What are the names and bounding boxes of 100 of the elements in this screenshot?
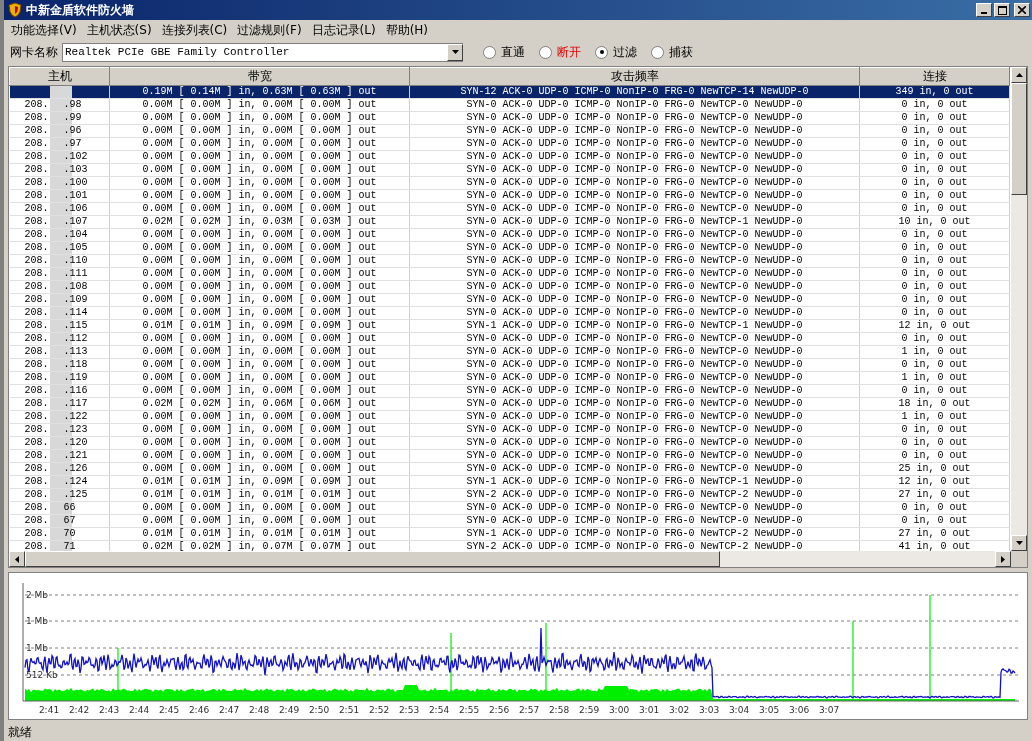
table-row[interactable]: 208. .97 0.00M [ 0.00M ] in, 0.00M [ 0.00M ] out SYN-0 ACK-0 UDP-0 ICMP-0 NonIP-0 FRG-0 NewTCP-0 NewUDP-0 0 in, 0 out bbox=[9, 137, 1010, 151]
table-cell: 0.00M [ 0.00M ] in, 0.00M [ 0.00M ] out bbox=[142, 151, 377, 162]
table-row[interactable]: 208. .98 0.00M [ 0.00M ] in, 0.00M [ 0.00M ] out SYN-0 ACK-0 UDP-0 ICMP-0 NonIP-0 FRG-0 NewTCP-0 NewUDP-0 0 in, 0 out bbox=[9, 98, 1010, 112]
adapter-dropdown[interactable]: Realtek PCIe GBE Family Controller bbox=[62, 42, 463, 62]
table-row[interactable]: 208. .108 0.00M [ 0.00M ] in, 0.00M [ 0.00M ] out SYN-0 ACK-0 UDP-0 ICMP-0 NonIP-0 FRG-0 NewTCP-0 NewUDP-0 0 in, 0 out bbox=[9, 280, 1010, 294]
menu-item[interactable]: 过滤规则(F) bbox=[234, 21, 305, 39]
table-row[interactable]: 208. .121 0.00M [ 0.00M ] in, 0.00M [ 0.00M ] out SYN-0 ACK-0 UDP-0 ICMP-0 NonIP-0 FRG-0 NewTCP-0 NewUDP-0 0 in, 0 out bbox=[9, 449, 1010, 463]
table-row[interactable]: 208. .101 0.00M [ 0.00M ] in, 0.00M [ 0.00M ] out SYN-0 ACK-0 UDP-0 ICMP-0 NonIP-0 FRG-0 NewTCP-0 NewUDP-0 0 in, 0 out bbox=[9, 189, 1010, 203]
table-row[interactable]: 208. .123 0.00M [ 0.00M ] in, 0.00M [ 0.00M ] out SYN-0 ACK-0 UDP-0 ICMP-0 NonIP-0 FRG-0 NewTCP-0 NewUDP-0 0 in, 0 out bbox=[9, 423, 1010, 437]
right-arrow-icon[interactable] bbox=[1001, 555, 1005, 563]
table-row[interactable]: 208. .102 0.00M [ 0.00M ] in, 0.00M [ 0.00M ] out SYN-0 ACK-0 UDP-0 ICMP-0 NonIP-0 FRG-0 NewTCP-0 NewUDP-0 0 in, 0 out bbox=[9, 150, 1010, 164]
table-row[interactable]: 208. .116 0.00M [ 0.00M ] in, 0.00M [ 0.00M ] out SYN-0 ACK-0 UDP-0 ICMP-0 NonIP-0 FRG-0 NewTCP-0 NewUDP-0 0 in, 0 out bbox=[9, 384, 1010, 398]
table-row[interactable]: 208. .120 0.00M [ 0.00M ] in, 0.00M [ 0.00M ] out SYN-0 ACK-0 UDP-0 ICMP-0 NonIP-0 FRG-0 NewTCP-0 NewUDP-0 0 in, 0 out bbox=[9, 436, 1010, 450]
table-cell: 1 in, 0 out bbox=[901, 372, 968, 383]
column-header[interactable]: 攻击频率 bbox=[409, 67, 860, 86]
table-row[interactable]: 208. .111 0.00M [ 0.00M ] in, 0.00M [ 0.00M ] out SYN-0 ACK-0 UDP-0 ICMP-0 NonIP-0 FRG-0 NewTCP-0 NewUDP-0 0 in, 0 out bbox=[9, 267, 1010, 281]
table-row[interactable]: 208. 66 0.00M [ 0.00M ] in, 0.00M [ 0.00M ] out SYN-0 ACK-0 UDP-0 ICMP-0 NonIP-0 FRG-0 NewTCP-0 NewUDP-0 0 in, 0 out bbox=[9, 501, 1010, 515]
table-row[interactable]: 208. .112 0.00M [ 0.00M ] in, 0.00M [ 0.00M ] out SYN-0 ACK-0 UDP-0 ICMP-0 NonIP-0 FRG-0 NewTCP-0 NewUDP-0 0 in, 0 out bbox=[9, 332, 1010, 346]
table-row[interactable]: 208. .103 0.00M [ 0.00M ] in, 0.00M [ 0.00M ] out SYN-0 ACK-0 UDP-0 ICMP-0 NonIP-0 FRG-0 NewTCP-0 NewUDP-0 0 in, 0 out bbox=[9, 163, 1010, 177]
table-cell: SYN-12 ACK-0 UDP-0 ICMP-0 NonIP-0 FRG-0 NewTCP-14 NewUDP-0 bbox=[460, 86, 809, 97]
up-arrow-icon[interactable] bbox=[1015, 73, 1023, 77]
table-cell: SYN-0 ACK-0 UDP-0 ICMP-0 NonIP-0 FRG-0 NewTCP-0 NewUDP-0 bbox=[466, 125, 803, 136]
table-row[interactable]: 208. .96 0.00M [ 0.00M ] in, 0.00M [ 0.00M ] out SYN-0 ACK-0 UDP-0 ICMP-0 NonIP-0 FRG-0 NewTCP-0 NewUDP-0 0 in, 0 out bbox=[9, 124, 1010, 138]
horizontal-scrollbar[interactable] bbox=[9, 551, 1027, 567]
table-row[interactable]: 208. .117 0.02M [ 0.02M ] in, 0.06M [ 0.06M ] out SYN-0 ACK-0 UDP-0 ICMP-0 NonIP-0 FRG-0 NewTCP-0 NewUDP-0 18 in, 0 out bbox=[9, 397, 1010, 411]
radio-label: 断开 bbox=[557, 43, 581, 61]
table-cell: 208. bbox=[24, 528, 49, 540]
table-row[interactable]: 208. .119 0.00M [ 0.00M ] in, 0.00M [ 0.00M ] out SYN-0 ACK-0 UDP-0 ICMP-0 NonIP-0 FRG-0 NewTCP-0 NewUDP-0 1 in, 0 out bbox=[9, 371, 1010, 385]
table-cell: 349 in, 0 out bbox=[895, 86, 974, 97]
table-cell: 208. bbox=[24, 281, 49, 293]
menu-item[interactable]: 日志记录(L) bbox=[308, 21, 379, 39]
table-cell: SYN-0 ACK-0 UDP-0 ICMP-0 NonIP-0 FRG-0 NewTCP-0 NewUDP-0 bbox=[466, 229, 803, 240]
table-cell: SYN-0 ACK-0 UDP-0 ICMP-0 NonIP-0 FRG-0 NewTCP-0 NewUDP-0 bbox=[466, 138, 803, 149]
table-row[interactable]: 208. .104 0.00M [ 0.00M ] in, 0.00M [ 0.00M ] out SYN-0 ACK-0 UDP-0 ICMP-0 NonIP-0 FRG-0 NewTCP-0 NewUDP-0 0 in, 0 out bbox=[9, 228, 1010, 242]
table-cell: 0.00M [ 0.00M ] in, 0.00M [ 0.00M ] out bbox=[142, 255, 377, 266]
table-cell: 66 bbox=[63, 502, 76, 514]
table-row[interactable]: 208. .99 0.00M [ 0.00M ] in, 0.00M [ 0.00M ] out SYN-0 ACK-0 UDP-0 ICMP-0 NonIP-0 FRG-0 NewTCP-0 NewUDP-0 0 in, 0 out bbox=[9, 111, 1010, 125]
table-row[interactable]: 208. .118 0.00M [ 0.00M ] in, 0.00M [ 0.00M ] out SYN-0 ACK-0 UDP-0 ICMP-0 NonIP-0 FRG-0 NewTCP-0 NewUDP-0 0 in, 0 out bbox=[9, 358, 1010, 372]
table-row[interactable]: 208. .114 0.00M [ 0.00M ] in, 0.00M [ 0.00M ] out SYN-0 ACK-0 UDP-0 ICMP-0 NonIP-0 FRG-0 NewTCP-0 NewUDP-0 0 in, 0 out bbox=[9, 306, 1010, 320]
down-arrow-icon[interactable] bbox=[1015, 541, 1023, 545]
table-row[interactable]: 208. .115 0.01M [ 0.01M ] in, 0.09M [ 0.09M ] out SYN-1 ACK-0 UDP-0 ICMP-0 NonIP-0 FRG-0 NewTCP-1 NewUDP-0 12 in, 0 out bbox=[9, 319, 1010, 333]
table-cell: SYN-0 ACK-0 UDP-0 ICMP-0 NonIP-0 FRG-0 NewTCP-0 NewUDP-0 bbox=[466, 346, 803, 357]
table-cell: .126 bbox=[63, 463, 88, 475]
table-row[interactable]: 208. .126 0.00M [ 0.00M ] in, 0.00M [ 0.00M ] out SYN-0 ACK-0 UDP-0 ICMP-0 NonIP-0 FRG-0 NewTCP-0 NewUDP-0 25 in, 0 out bbox=[9, 462, 1010, 476]
table-cell: SYN-0 ACK-0 UDP-0 ICMP-0 NonIP-0 FRG-0 NewTCP-0 NewUDP-0 bbox=[466, 398, 803, 409]
radio-button[interactable] bbox=[483, 45, 496, 59]
scrollbar-thumb[interactable] bbox=[25, 551, 720, 567]
table-row[interactable]: 208. .125 0.01M [ 0.01M ] in, 0.01M [ 0.01M ] out SYN-2 ACK-0 UDP-0 ICMP-0 NonIP-0 FRG-0 NewTCP-2 NewUDP-0 27 in, 0 out bbox=[9, 488, 1010, 502]
table-row[interactable]: 208. .105 0.00M [ 0.00M ] in, 0.00M [ 0.00M ] out SYN-0 ACK-0 UDP-0 ICMP-0 NonIP-0 FRG-0 NewTCP-0 NewUDP-0 0 in, 0 out bbox=[9, 241, 1010, 255]
table-row[interactable]: 208. 67 0.00M [ 0.00M ] in, 0.00M [ 0.00M ] out SYN-0 ACK-0 UDP-0 ICMP-0 NonIP-0 FRG-0 NewTCP-0 NewUDP-0 0 in, 0 out bbox=[9, 514, 1010, 528]
table-row[interactable]: 208. .122 0.00M [ 0.00M ] in, 0.00M [ 0.00M ] out SYN-0 ACK-0 UDP-0 ICMP-0 NonIP-0 FRG-0 NewTCP-0 NewUDP-0 1 in, 0 out bbox=[9, 410, 1010, 424]
scrollbar-thumb[interactable] bbox=[1011, 83, 1027, 195]
radio-label: 过滤 bbox=[613, 43, 637, 61]
column-header[interactable]: 主机 bbox=[9, 67, 110, 86]
axis-label: 3:01 bbox=[638, 705, 660, 715]
table-cell: .119 bbox=[63, 372, 88, 384]
table-cell: 0 in, 0 out bbox=[901, 502, 968, 513]
left-arrow-icon[interactable] bbox=[15, 555, 19, 563]
table-row[interactable]: 208. .106 0.00M [ 0.00M ] in, 0.00M [ 0.00M ] out SYN-0 ACK-0 UDP-0 ICMP-0 NonIP-0 FRG-0 NewTCP-0 NewUDP-0 0 in, 0 out bbox=[9, 202, 1010, 216]
radio-button[interactable] bbox=[539, 45, 552, 59]
table-cell: 0.00M [ 0.00M ] in, 0.00M [ 0.00M ] out bbox=[142, 99, 377, 110]
table-row[interactable]: 208. .110 0.00M [ 0.00M ] in, 0.00M [ 0.00M ] out SYN-0 ACK-0 UDP-0 ICMP-0 NonIP-0 FRG-0 NewTCP-0 NewUDP-0 0 in, 0 out bbox=[9, 254, 1010, 268]
table-cell: SYN-2 ACK-0 UDP-0 ICMP-0 NonIP-0 FRG-0 NewTCP-2 NewUDP-0 bbox=[466, 489, 803, 500]
table-cell: SYN-0 ACK-0 UDP-0 ICMP-0 NonIP-0 FRG-0 NewTCP-0 NewUDP-0 bbox=[466, 281, 803, 292]
close-button[interactable] bbox=[1014, 3, 1030, 17]
axis-label: 2:43 bbox=[98, 705, 120, 715]
table-row[interactable]: 208. .113 0.00M [ 0.00M ] in, 0.00M [ 0.00M ] out SYN-0 ACK-0 UDP-0 ICMP-0 NonIP-0 FRG-0 NewTCP-0 NewUDP-0 1 in, 0 out bbox=[9, 345, 1010, 359]
menu-item[interactable]: 主机状态(S) bbox=[83, 21, 155, 39]
menu-item[interactable]: 功能选择(V) bbox=[8, 21, 80, 39]
vertical-scrollbar[interactable] bbox=[1011, 67, 1027, 551]
table-cell: 0 in, 0 out bbox=[901, 333, 968, 344]
menu-item[interactable]: 连接列表(C) bbox=[158, 21, 231, 39]
table-cell: 208. bbox=[24, 359, 49, 371]
table-cell: 0.00M [ 0.00M ] in, 0.00M [ 0.00M ] out bbox=[142, 385, 377, 396]
table-row[interactable]: 208. .109 0.00M [ 0.00M ] in, 0.00M [ 0.00M ] out SYN-0 ACK-0 UDP-0 ICMP-0 NonIP-0 FRG-0 NewTCP-0 NewUDP-0 0 in, 0 out bbox=[9, 293, 1010, 307]
menu-item[interactable]: 帮助(H) bbox=[382, 21, 432, 39]
table-row[interactable]: 208. 70 0.01M [ 0.01M ] in, 0.01M [ 0.01M ] out SYN-1 ACK-0 UDP-0 ICMP-0 NonIP-0 FRG-0 NewTCP-2 NewUDP-0 27 in, 0 out bbox=[9, 527, 1010, 541]
table-cell: .98 bbox=[63, 99, 82, 111]
shield-icon bbox=[8, 2, 22, 18]
column-header[interactable]: 连接 bbox=[859, 67, 1010, 86]
radio-button[interactable] bbox=[595, 45, 608, 59]
table-row[interactable]: 208. .124 0.01M [ 0.01M ] in, 0.09M [ 0.09M ] out SYN-1 ACK-0 UDP-0 ICMP-0 NonIP-0 FRG-0 NewTCP-1 NewUDP-0 12 in, 0 out bbox=[9, 475, 1010, 489]
table-row[interactable]: 0.19M [ 0.14M ] in, 0.63M [ 0.63M ] out SYN-12 ACK-0 UDP-0 ICMP-0 NonIP-0 FRG-0 NewTCP-14 NewUDP-0 349 in, 0 out bbox=[9, 85, 1010, 99]
table-cell: 208. bbox=[24, 294, 49, 306]
column-header[interactable]: 带宽 bbox=[109, 67, 410, 86]
radio-button[interactable] bbox=[651, 45, 664, 59]
table-cell: 208. bbox=[24, 476, 49, 488]
close-icon[interactable] bbox=[1018, 6, 1026, 14]
minimize-button[interactable] bbox=[976, 3, 992, 17]
table-cell: SYN-0 ACK-0 UDP-0 ICMP-0 NonIP-0 FRG-0 NewTCP-0 NewUDP-0 bbox=[466, 255, 803, 266]
table-cell: 0 in, 0 out bbox=[901, 138, 968, 149]
table-row[interactable]: 208. .100 0.00M [ 0.00M ] in, 0.00M [ 0.00M ] out SYN-0 ACK-0 UDP-0 ICMP-0 NonIP-0 FRG-0 NewTCP-0 NewUDP-0 0 in, 0 out bbox=[9, 176, 1010, 190]
axis-label: 2:41 bbox=[38, 705, 60, 715]
table-cell: 208. bbox=[24, 99, 49, 111]
table-cell: 0 in, 0 out bbox=[901, 268, 968, 279]
table-cell: .113 bbox=[63, 346, 88, 358]
table-cell: 208. bbox=[24, 255, 49, 267]
table-row[interactable]: 208. .107 0.02M [ 0.02M ] in, 0.03M [ 0.03M ] out SYN-0 ACK-0 UDP-0 ICMP-0 NonIP-0 FRG-0 NewTCP-1 NewUDP-0 10 in, 0 out bbox=[9, 215, 1010, 229]
table-cell: 0.00M [ 0.00M ] in, 0.00M [ 0.00M ] out bbox=[142, 112, 377, 123]
table-cell: 0 in, 0 out bbox=[901, 190, 968, 201]
